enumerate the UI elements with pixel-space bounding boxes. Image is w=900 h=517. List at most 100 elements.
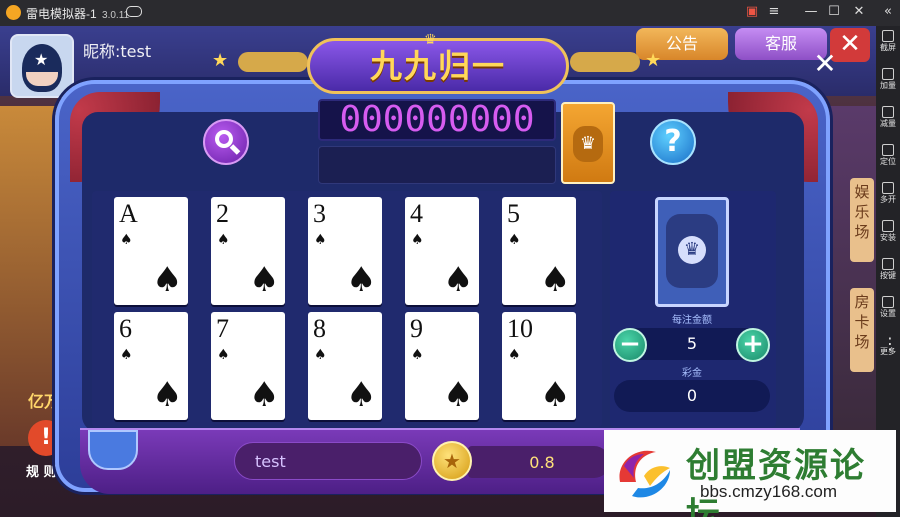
toolbar-screenshot[interactable]: 截屏 <box>876 30 900 53</box>
card-rank: 5 <box>507 199 520 228</box>
volume-down-icon <box>882 106 894 118</box>
crown-icon: ♛ <box>573 126 603 162</box>
menu-icon[interactable]: ≡ <box>766 4 782 20</box>
watermark-title: 创盟资源论坛 <box>686 446 866 517</box>
coin-icon: ★ <box>432 441 472 481</box>
playing-card[interactable]: 7 ♠ ♠ <box>211 312 285 420</box>
install-icon <box>882 220 894 232</box>
close-window-icon[interactable]: ✕ <box>851 4 867 20</box>
spade-icon: ♠ <box>249 375 280 415</box>
coin-balance: 0.8 <box>529 453 555 472</box>
toolbar-settings[interactable]: 设置 <box>876 296 900 319</box>
toolbar-location[interactable]: 定位 <box>876 144 900 167</box>
spade-icon: ♠ <box>540 260 571 300</box>
spade-icon: ♠ <box>443 260 474 300</box>
bet-amount-label: 每注金额 <box>672 315 712 326</box>
more-icon: ⋮ <box>882 334 898 353</box>
card-rank: 8 <box>313 314 326 343</box>
toolbar-volume-down[interactable]: 减量 <box>876 106 900 129</box>
playing-card[interactable]: 8 ♠ ♠ <box>308 312 382 420</box>
king-card-button[interactable]: ♛ <box>561 102 615 184</box>
spade-icon: ♠ <box>314 232 327 248</box>
nickname: 昵称:test <box>83 42 152 61</box>
watermark-logo-icon <box>619 450 670 498</box>
playing-card[interactable]: 9 ♠ ♠ <box>405 312 479 420</box>
volume-up-icon <box>882 68 894 80</box>
increase-bet-button[interactable]: + <box>736 328 770 362</box>
spade-icon: ♠ <box>152 260 183 300</box>
spade-icon: ♠ <box>443 375 474 415</box>
game-title-plate: 九九归一 <box>307 38 569 94</box>
expand-icon[interactable]: « <box>880 4 896 20</box>
prize-value: 0 <box>686 386 698 405</box>
spade-icon: ♠ <box>346 260 377 300</box>
crown-icon: ♛ <box>678 236 706 264</box>
spade-icon: ♠ <box>508 232 521 248</box>
rules-label[interactable]: 规 则 <box>26 461 57 480</box>
spade-icon: ♠ <box>411 347 424 363</box>
card-rank: 10 <box>507 314 533 343</box>
spade-icon: ♠ <box>120 347 133 363</box>
playing-card[interactable]: 2 ♠ ♠ <box>211 197 285 305</box>
toolbar-volume-up[interactable]: 加量 <box>876 68 900 91</box>
card-rank: 2 <box>216 199 229 228</box>
playing-card[interactable]: 10 ♠ ♠ <box>502 312 576 420</box>
message-bar <box>318 146 556 184</box>
card-rank: A <box>119 199 138 228</box>
card-rank: 7 <box>216 314 229 343</box>
settings-icon <box>882 296 894 308</box>
search-icon-handle <box>229 144 241 155</box>
card-back: ♛ <box>655 197 729 307</box>
spade-icon: ♠ <box>346 375 377 415</box>
spade-icon: ♠ <box>540 375 571 415</box>
playing-card[interactable]: 4 ♠ ♠ <box>405 197 479 305</box>
emulator-title: 雷电模拟器-1 3.0.11 <box>26 7 130 21</box>
help-button[interactable]: ? <box>650 119 696 165</box>
spade-icon: ♠ <box>217 232 230 248</box>
player-name: test <box>255 452 286 471</box>
avatar[interactable]: ★ <box>10 34 74 98</box>
keymap-icon <box>882 258 894 270</box>
spade-icon: ♠ <box>411 232 424 248</box>
prize-label: 彩金 <box>682 368 702 379</box>
close-game-button[interactable]: ✕ <box>808 47 842 81</box>
toolbar-keymap[interactable]: 按键 <box>876 258 900 281</box>
spade-icon: ♠ <box>249 260 280 300</box>
playing-card[interactable]: 6 ♠ ♠ <box>114 312 188 420</box>
score-counter: 000000000 <box>318 99 556 141</box>
gift-icon[interactable]: ▣ <box>744 4 760 20</box>
emulator-title-bar: 雷电模拟器-1 3.0.11 ▣ ≡ — ☐ ✕ « <box>0 0 900 26</box>
maximize-icon[interactable]: ☐ <box>826 4 842 20</box>
crown-icon: ♛ <box>424 32 437 48</box>
avatar-star-icon: ★ <box>34 50 49 69</box>
spade-icon: ♠ <box>152 375 183 415</box>
toolbar-install[interactable]: 安装 <box>876 220 900 243</box>
playing-card[interactable]: 5 ♠ ♠ <box>502 197 576 305</box>
star-icon: ★ <box>212 50 229 71</box>
toolbar-more[interactable]: ⋮ 更多 <box>876 334 900 357</box>
side-tag-entertainment[interactable]: 娱乐场 <box>850 178 874 262</box>
spade-icon: ♠ <box>217 347 230 363</box>
playing-card[interactable]: A ♠ ♠ <box>114 197 188 305</box>
screenshot-icon <box>882 30 894 42</box>
minimize-icon[interactable]: — <box>803 4 819 20</box>
star-icon: ★ <box>645 50 662 71</box>
search-button[interactable] <box>203 119 249 165</box>
title-wing-right <box>570 52 640 72</box>
spade-icon: ♠ <box>120 232 133 248</box>
location-icon <box>882 144 894 156</box>
toolbar-multi-instance[interactable]: 多开 <box>876 182 900 205</box>
card-rank: 4 <box>410 199 423 228</box>
emulator-logo-icon <box>6 5 21 20</box>
multi-instance-icon <box>882 182 894 194</box>
spade-icon: ♠ <box>508 347 521 363</box>
spade-icon: ♠ <box>314 347 327 363</box>
game-title: 九九归一 <box>369 47 506 85</box>
side-tag-room-card[interactable]: 房卡场 <box>850 288 874 372</box>
playing-card[interactable]: 3 ♠ ♠ <box>308 197 382 305</box>
card-rank: 6 <box>119 314 132 343</box>
gamepad-icon[interactable] <box>126 6 142 17</box>
decrease-bet-button[interactable]: − <box>613 328 647 362</box>
card-rank: 9 <box>410 314 423 343</box>
watermark-url: bbs.cmzy168.com <box>700 482 837 501</box>
